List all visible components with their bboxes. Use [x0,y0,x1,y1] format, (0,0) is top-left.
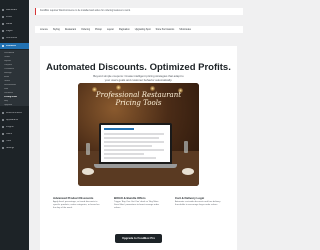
sidebar-item-label: Pages [6,29,13,32]
tab-ordering[interactable]: Ordering [81,29,90,31]
tab-upgrading-spot[interactable]: Upgrading Spot [135,29,151,31]
screen-ui-bar [104,137,159,139]
screen-ui-bar [104,128,134,130]
tab-store-permissions[interactable]: Store Permissions [156,29,175,31]
tab-pagination[interactable]: Pagination [119,29,130,31]
sidebar-item-label: Settings [6,146,15,149]
sidebar-item-tools[interactable]: Tools [0,138,29,144]
user-icon [2,133,4,135]
sidebar-item-label: WooCommerce [6,111,22,114]
feature-description: Automate cart-wide discounts and free de… [175,201,221,206]
submenu-item-upgrade[interactable]: Upgrade [0,103,29,107]
sidebar-item-label: FoodBox [6,44,16,47]
hero-title-line: Pricing Tools [115,99,162,107]
promo-subtitle: your users goals and customer behavior a… [104,77,173,82]
sidebar-item-label: Users [6,132,12,135]
tab-pickup[interactable]: Pickup [95,29,102,31]
laptop-icon [99,123,172,165]
woocommerce-icon [2,112,4,114]
sidebar-item-label: Dashboard [6,8,18,11]
sidebar-item-label: Plugins [6,125,14,128]
sidebar-item-appearance[interactable]: Appearance [0,117,29,123]
tab-restaurant[interactable]: Restaurant [65,29,76,31]
settings-tabs: Licence Styling Restaurant Ordering Pick… [35,26,243,33]
sidebar-item-plugins[interactable]: Plugins [0,124,29,130]
tab-shortcodes[interactable]: Shortcodes [179,29,191,31]
hero-title-line: Professional Restaurant [95,91,182,99]
tab-layout[interactable]: Layout [107,29,114,31]
sidebar-item-label: Comments [6,36,18,39]
sidebar-item-media[interactable]: Media [0,21,29,27]
page-icon [2,30,4,32]
hero-title: Professional Restaurant Pricing Tools [78,91,199,107]
dashboard-icon [2,9,4,11]
sidebar-item-users[interactable]: Users [0,131,29,137]
wrench-icon [2,140,4,142]
screen-ui-bar [104,145,152,147]
submenu-item-label: Upgrade [4,103,12,106]
sidebar-item-label: Media [6,22,13,25]
tab-licence[interactable]: Licence [40,29,48,31]
wine-glass-icon [86,143,90,155]
screen-ui-bar [104,153,144,155]
sidebar-item-label: Appearance [6,118,19,121]
admin-notice: FoodBox requires WooCommerce to be insta… [35,8,243,15]
promo-card: Automated Discounts. Optimized Profits. … [40,46,237,250]
screen-ui-bar [104,133,164,135]
plugin-icon [2,126,4,128]
media-icon [2,23,4,25]
sidebar-item-settings[interactable]: Settings [0,145,29,151]
sidebar-item-pages[interactable]: Pages [0,28,29,34]
light-bulb-icon [116,85,121,90]
feature-description: Apply fixed, percentage, or tiered disco… [53,201,100,209]
settings-icon [2,147,4,149]
feature-title: BOGO & Bundle Offers [114,196,146,200]
sidebar-item-woocommerce[interactable]: WooCommerce [0,110,29,116]
feature-title: Cart & Delivery Logic [175,196,205,200]
foodbox-icon [2,45,4,47]
comment-icon [2,37,4,39]
pin-icon [2,16,4,18]
screen-ui-bar [104,157,156,159]
screen-ui-bar [104,141,164,143]
wine-glass-icon [184,141,188,153]
laptop-screen [101,125,170,162]
sidebar-item-comments[interactable]: Comments [0,35,29,41]
sidebar-item-label: Posts [6,15,12,18]
tab-styling[interactable]: Styling [53,29,60,31]
brush-icon [2,119,4,121]
sidebar-item-posts[interactable]: Posts [0,14,29,20]
feature-description: Trigger 'Buy One Get One' deals or 'Buy … [114,201,160,209]
sidebar-item-label: Tools [6,139,12,142]
sidebar-item-dashboard[interactable]: Dashboard [0,7,29,13]
plate-icon [82,168,94,175]
screen-ui-bar [104,149,164,151]
sidebar-item-foodbox[interactable]: FoodBox [0,43,29,49]
hero-image: Professional Restaurant Pricing Tools [78,83,199,186]
laptop-base [94,164,177,168]
admin-sidebar: Dashboard Posts Media Pages Comments Foo… [0,0,29,250]
upgrade-button[interactable]: Upgrade to FoodBox Pro [115,234,162,243]
feature-title: Advanced Product Discounts [53,196,94,200]
plate-icon [182,168,194,175]
promo-title: Automated Discounts. Optimized Profits. [46,62,231,73]
